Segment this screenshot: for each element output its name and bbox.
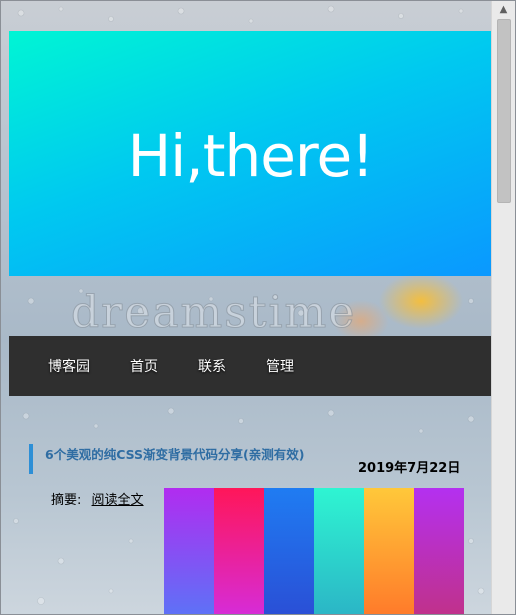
hero-title: Hi,there!: [127, 121, 375, 190]
gradient-swatch-6: [414, 488, 464, 614]
nav-item-admin[interactable]: 管理: [266, 356, 294, 376]
scroll-up-arrow-icon[interactable]: ▲: [492, 1, 515, 18]
scrollbar-thumb[interactable]: [497, 19, 511, 203]
post-title-link[interactable]: 6个美观的纯CSS渐变背景代码分享(亲测有效): [29, 444, 349, 474]
gradient-swatch-4: [314, 488, 364, 614]
hero-banner: Hi,there!: [9, 31, 492, 276]
gradient-swatch-2: [214, 488, 264, 614]
nav-item-home[interactable]: 首页: [130, 356, 158, 376]
read-more-link[interactable]: 阅读全文: [92, 493, 144, 508]
watermark: dreamstime: [70, 287, 357, 339]
nav-item-contact[interactable]: 联系: [198, 356, 226, 376]
nav-item-blog-home[interactable]: 博客园: [48, 356, 90, 376]
navigation-bar: 博客园 首页 联系 管理: [9, 336, 492, 396]
vertical-scrollbar[interactable]: ▲: [491, 1, 515, 614]
post-date: 2019年7月22日: [358, 461, 461, 476]
summary-label: 摘要:: [51, 493, 82, 508]
post-summary: 摘要: 阅读全文: [51, 489, 144, 508]
gradient-swatch-5: [364, 488, 414, 614]
gradient-swatch-3: [264, 488, 314, 614]
gradient-swatch-1: [164, 488, 214, 614]
post-thumbnail: [164, 488, 464, 614]
browser-window: Hi,there! dreamstime 博客园 首页 联系 管理 6个美观的纯…: [0, 0, 516, 615]
